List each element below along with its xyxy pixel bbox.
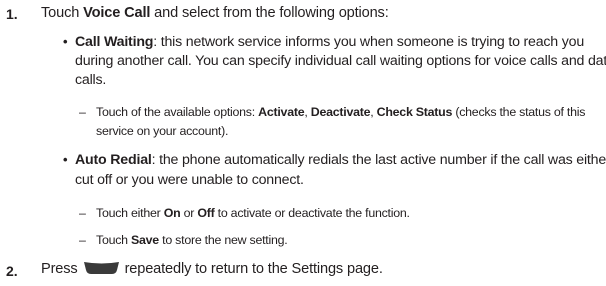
step-1-number: 1. xyxy=(6,6,18,22)
auto-redial-sub1-dash: – xyxy=(79,206,86,220)
deactivate-option: Deactivate xyxy=(310,105,371,119)
call-waiting-sub-suffix: (checks the status of this xyxy=(452,105,586,119)
step-1-text: Touch Voice Call and select from the fol… xyxy=(41,5,389,21)
save-option: Save xyxy=(131,233,159,247)
call-waiting-sub-dash: – xyxy=(79,105,86,119)
auto-redial-line-1: Auto Redial: the phone automatically red… xyxy=(75,152,606,168)
call-waiting-line-3: calls. xyxy=(75,72,107,88)
auto-redial-sub1-suffix: to activate or deactivate the function. xyxy=(214,206,410,220)
auto-redial-sub1-mid: or xyxy=(180,206,198,220)
check-status-option: Check Status xyxy=(376,105,453,119)
voice-call-label: Voice Call xyxy=(83,5,151,21)
auto-redial-title: Auto Redial xyxy=(75,152,152,168)
step-2-text-after: repeatedly to return to the Settings pag… xyxy=(124,261,383,277)
call-waiting-sub-prefix: Touch of the available options: xyxy=(96,105,259,119)
on-option: On xyxy=(163,206,181,220)
auto-redial-desc-1: : the phone automatically redials the la… xyxy=(151,152,606,168)
call-waiting-title: Call Waiting xyxy=(75,34,154,50)
auto-redial-sub1-prefix: Touch either xyxy=(96,206,164,220)
auto-redial-sub1: Touch either On or Off to activate or de… xyxy=(96,206,410,220)
call-waiting-desc-1: : this network service informs you when … xyxy=(153,34,585,50)
step-1-text-before: Touch xyxy=(41,5,84,21)
manual-page: 1. Touch Voice Call and select from the … xyxy=(0,0,606,286)
call-waiting-bullet: • xyxy=(63,34,68,49)
step-2-text: Press repeatedly to return to the Setting… xyxy=(41,261,383,277)
step-2-text-before: Press xyxy=(41,261,78,277)
auto-redial-sub2: Touch Save to store the new setting. xyxy=(96,233,288,247)
call-waiting-sub-line-2: service on your account). xyxy=(96,124,229,138)
end-key-icon xyxy=(83,261,120,275)
step-2-number: 2. xyxy=(6,263,18,279)
off-option: Off xyxy=(197,206,215,220)
call-waiting-sub-line-1: Touch of the available options: Activate… xyxy=(96,105,585,119)
auto-redial-sub2-suffix: to store the new setting. xyxy=(158,233,288,247)
call-waiting-line-1: Call Waiting: this network service infor… xyxy=(75,34,584,50)
auto-redial-line-2: cut off or you were unable to connect. xyxy=(75,172,304,188)
auto-redial-bullet: • xyxy=(63,152,68,167)
call-waiting-line-2: during another call. You can specify ind… xyxy=(75,53,606,69)
step-1-text-after: and select from the following options: xyxy=(150,5,389,21)
activate-option: Activate xyxy=(258,105,305,119)
auto-redial-sub2-prefix: Touch xyxy=(96,233,132,247)
auto-redial-sub2-dash: – xyxy=(79,233,86,247)
